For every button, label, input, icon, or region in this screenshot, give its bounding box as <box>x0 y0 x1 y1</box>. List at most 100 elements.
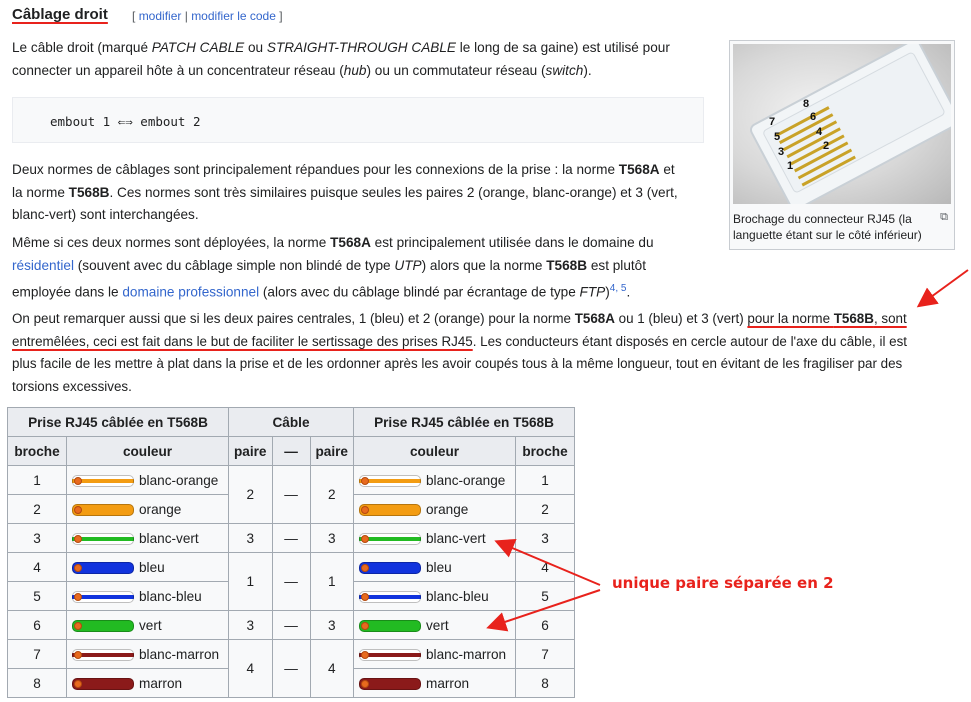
color-cell: marron <box>66 668 229 698</box>
pin-label: 5 <box>774 131 780 143</box>
pin-label: 3 <box>778 146 784 158</box>
pair-number: 3 <box>228 610 273 640</box>
pin-number: 3 <box>515 523 575 553</box>
pin-number: 5 <box>515 581 575 611</box>
color-cell: bleu <box>353 552 516 582</box>
col-header: — <box>271 436 311 466</box>
pin-number: 1 <box>7 465 67 495</box>
pin-number: 2 <box>515 494 575 524</box>
color-cell: orange <box>66 494 229 524</box>
pin-number: 7 <box>7 639 67 669</box>
edit-link[interactable]: modifier <box>139 9 182 23</box>
wire-swatch <box>72 532 134 545</box>
pin-label: 4 <box>816 126 823 138</box>
pair-number: 1 <box>228 552 273 611</box>
color-cell: blanc-bleu <box>66 581 229 611</box>
paragraph-pairs: On peut remarquer aussi que si les deux … <box>12 311 908 394</box>
pair-number: 3 <box>309 610 354 640</box>
wire-swatch <box>359 648 421 661</box>
section-title: Câblage droit <box>12 6 108 23</box>
header-left-plug: Prise RJ45 câblée en T568B <box>7 407 229 437</box>
pair-number: 2 <box>309 465 354 524</box>
header-right-plug: Prise RJ45 câblée en T568B <box>353 407 575 437</box>
pin-number: 3 <box>7 523 67 553</box>
wire-swatch <box>72 590 134 603</box>
dash-cell: — <box>271 523 311 553</box>
pinout-table: Prise RJ45 câblée en T568B Câble Prise R… <box>7 407 575 698</box>
wire-swatch <box>359 619 421 632</box>
figure-caption: Brochage du connecteur RJ45 (la languett… <box>733 212 922 242</box>
wire-swatch <box>359 503 421 516</box>
dash-cell: — <box>271 610 311 640</box>
enlarge-icon[interactable]: ⧉ <box>940 211 948 224</box>
rj45-connector-image[interactable]: 1 2 3 4 5 6 7 8 <box>733 44 951 204</box>
pair-number: 4 <box>228 639 273 698</box>
rj45-figure: 1 2 3 4 5 6 7 8 Brochage du connecteur R… <box>729 40 955 250</box>
pin-label: 6 <box>810 111 816 123</box>
col-header: broche <box>7 436 67 466</box>
wire-swatch <box>72 648 134 661</box>
pair-number: 3 <box>309 523 354 553</box>
pair-number: 4 <box>309 639 354 698</box>
col-header: paire <box>228 436 273 466</box>
color-cell: blanc-marron <box>66 639 229 669</box>
col-header: couleur <box>353 436 516 466</box>
pin-number: 4 <box>7 552 67 582</box>
pin-number: 7 <box>515 639 575 669</box>
pin-number: 8 <box>515 668 575 698</box>
paragraph-intro: Le câble droit (marqué PATCH CABLE ou ST… <box>12 40 670 78</box>
color-cell: blanc-vert <box>66 523 229 553</box>
table-row: 3 blanc-vert 3 — 3 blanc-vert 3 <box>7 523 575 553</box>
color-cell: blanc-orange <box>66 465 229 495</box>
dash-cell: — <box>271 465 311 524</box>
code-block: embout 1 ⇐⇒ embout 2 <box>12 97 704 143</box>
wire-swatch <box>359 474 421 487</box>
color-cell: marron <box>353 668 516 698</box>
edit-source-link[interactable]: modifier le code <box>191 9 276 23</box>
col-header: broche <box>515 436 575 466</box>
pair-number: 3 <box>228 523 273 553</box>
paragraph-usage: Même si ces deux normes sont déployées, … <box>12 235 654 300</box>
link-domaine-professionnel[interactable]: domaine professionnel <box>122 285 259 300</box>
color-cell: orange <box>353 494 516 524</box>
pin-label: 2 <box>823 140 829 152</box>
color-cell: vert <box>66 610 229 640</box>
color-cell: blanc-orange <box>353 465 516 495</box>
pin-label: 7 <box>769 116 775 128</box>
table-row: 4 bleu 1 — 1 bleu 4 <box>7 552 575 611</box>
arrow-to-paragraph <box>916 269 969 308</box>
pin-number: 1 <box>515 465 575 495</box>
edit-links: [ modifier | modifier le code ] <box>132 9 283 23</box>
wire-swatch <box>72 677 134 690</box>
color-cell: blanc-marron <box>353 639 516 669</box>
pin-label: 8 <box>803 98 809 110</box>
wire-swatch <box>72 503 134 516</box>
wire-swatch <box>359 677 421 690</box>
pin-number: 5 <box>7 581 67 611</box>
pin-label: 1 <box>787 160 793 172</box>
table-row: 1 blanc-orange 2 — 2 blanc-orange 1 <box>7 465 575 524</box>
color-cell: blanc-bleu <box>353 581 516 611</box>
table-row: 7 blanc-marron 4 — 4 blanc-marron 7 <box>7 639 575 698</box>
wire-swatch <box>72 561 134 574</box>
color-cell: vert <box>353 610 516 640</box>
rj45-connector-drawing: 1 2 3 4 5 6 7 8 <box>750 44 951 204</box>
reference-link[interactable]: 4, 5 <box>610 283 627 294</box>
pin-number: 6 <box>7 610 67 640</box>
col-header: paire <box>309 436 354 466</box>
wire-swatch <box>72 619 134 632</box>
paragraph-norms: Deux normes de câblages sont principalem… <box>12 162 678 222</box>
header-cable: Câble <box>228 407 354 437</box>
pin-number: 8 <box>7 668 67 698</box>
link-residentiel[interactable]: résidentiel <box>12 258 74 273</box>
table-row: 6 vert 3 — 3 vert 6 <box>7 610 575 640</box>
pin-number: 4 <box>515 552 575 582</box>
dash-cell: — <box>271 552 311 611</box>
dash-cell: — <box>271 639 311 698</box>
wire-swatch <box>359 561 421 574</box>
color-cell: bleu <box>66 552 229 582</box>
pair-number: 2 <box>228 465 273 524</box>
wire-swatch <box>72 474 134 487</box>
pin-number: 2 <box>7 494 67 524</box>
pin-number: 6 <box>515 610 575 640</box>
